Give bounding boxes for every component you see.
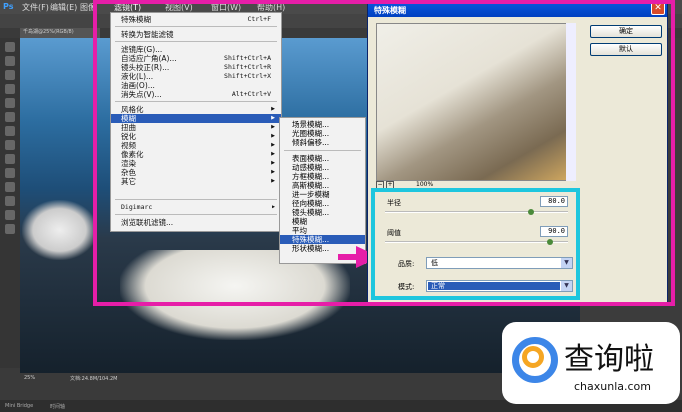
menu-item-video[interactable]: 视频 ▶ <box>111 141 281 150</box>
zoom-percent: 100% <box>416 181 434 188</box>
boat-image <box>22 200 97 260</box>
radius-input[interactable]: 80.0 <box>540 196 568 207</box>
tab-mini-bridge[interactable]: Mini Bridge <box>5 403 33 409</box>
menu-bar-right: 滤镜(T) 视图(V) 窗口(W) 帮助(H) <box>97 0 369 12</box>
tab-timeline[interactable]: 时间轴 <box>50 403 65 410</box>
document-tab[interactable]: 千岛湖@25%(RGB/8) <box>20 28 100 38</box>
menu-item-render[interactable]: 渲染 ▶ <box>111 159 281 168</box>
submenu-item[interactable]: 光圈模糊... <box>280 129 365 138</box>
menu-item-adaptive-wide[interactable]: 自适应广角(A)... Shift+Ctrl+A <box>111 54 281 63</box>
submenu-item[interactable]: 高斯模糊... <box>280 181 365 190</box>
radius-label: 半径 <box>387 199 401 207</box>
threshold-input[interactable]: 90.0 <box>540 226 568 237</box>
submenu-item[interactable]: 镜头模糊... <box>280 208 365 217</box>
quality-select[interactable]: 低 ▼ <box>426 257 573 269</box>
mode-select[interactable]: 正常 ▼ <box>426 280 573 292</box>
stamp-tool-icon[interactable] <box>5 140 15 150</box>
menu-item-filter-gallery[interactable]: 滤镜库(G)... <box>111 45 281 54</box>
zoom-level: 25% <box>24 375 36 381</box>
menu-item-lens-correction[interactable]: 镜头校正(R)... Shift+Ctrl+R <box>111 63 281 72</box>
default-button[interactable]: 默认 <box>590 43 662 56</box>
watermark-text: 查询啦 <box>564 342 654 377</box>
type-tool-icon[interactable] <box>5 196 15 206</box>
watermark-url: chaxunla.com <box>574 380 651 393</box>
eraser-tool-icon[interactable] <box>5 154 15 164</box>
wand-tool-icon[interactable] <box>5 84 15 94</box>
marquee-tool-icon[interactable] <box>5 56 15 66</box>
menu-item-vanishing-point[interactable]: 消失点(V)... Alt+Ctrl+V <box>111 90 281 99</box>
menu-file[interactable]: 文件(F) <box>22 2 49 13</box>
submenu-item[interactable]: 场景模糊... <box>280 120 365 129</box>
menu-item-smart-filter[interactable]: 转换为智能滤镜 <box>111 30 281 39</box>
menu-item-blur[interactable]: 模糊 ▶ <box>111 114 281 123</box>
submenu-item[interactable]: 进一步模糊 <box>280 190 365 199</box>
brush-tool-icon[interactable] <box>5 126 15 136</box>
eyedropper-tool-icon[interactable] <box>5 112 15 122</box>
submenu-item[interactable]: 径向模糊... <box>280 199 365 208</box>
radius-slider[interactable] <box>385 211 568 213</box>
zoom-tool-icon[interactable] <box>5 224 15 234</box>
status-bar: 25% 文档:24.8M/104.2M <box>20 373 200 383</box>
menu-item-oil-paint[interactable]: 油画(O)... <box>111 81 281 90</box>
menu-item-liquify[interactable]: 液化(L)... Shift+Ctrl+X <box>111 72 281 81</box>
submenu-item-smart-blur[interactable]: 特殊模糊... <box>280 235 365 244</box>
chevron-down-icon: ▼ <box>561 258 572 268</box>
magnifier-icon <box>522 346 544 368</box>
close-icon[interactable]: ✕ <box>651 2 665 15</box>
crop-tool-icon[interactable] <box>5 98 15 108</box>
mode-label: 模式: <box>398 283 415 291</box>
threshold-label: 阈值 <box>387 229 401 237</box>
threshold-slider[interactable] <box>385 241 568 243</box>
tools-panel <box>0 38 20 368</box>
submenu-item[interactable]: 倾斜偏移... <box>280 138 365 147</box>
gradient-tool-icon[interactable] <box>5 168 15 178</box>
dialog-title: 特殊模糊 <box>368 1 667 17</box>
chevron-down-icon: ▼ <box>561 281 572 291</box>
watermark-logo: 查询啦 chaxunla.com <box>502 322 680 404</box>
submenu-item[interactable]: 动感模糊... <box>280 163 365 172</box>
menu-item-browse-online[interactable]: 浏览联机滤镜... <box>111 218 281 227</box>
submenu-item[interactable]: 平均 <box>280 226 365 235</box>
pen-tool-icon[interactable] <box>5 182 15 192</box>
hand-tool-icon[interactable] <box>5 210 15 220</box>
doc-size: 文档:24.8M/104.2M <box>70 376 118 382</box>
submenu-item[interactable]: 模糊 <box>280 217 365 226</box>
blur-submenu: 场景模糊... 光圈模糊... 倾斜偏移... 表面模糊... 动感模糊... … <box>279 117 366 264</box>
photoshop-logo: Ps <box>3 2 14 11</box>
quality-label: 品质: <box>398 260 415 268</box>
menu-item-noise[interactable]: 杂色 ▶ <box>111 168 281 177</box>
move-tool-icon[interactable] <box>5 42 15 52</box>
menu-edit[interactable]: 编辑(E) <box>50 2 77 13</box>
threshold-slider-thumb[interactable] <box>546 239 553 245</box>
filter-menu: 特殊模糊 Ctrl+F 转换为智能滤镜 滤镜库(G)... 自适应广角(A)...… <box>110 12 282 232</box>
menu-item-digimarc[interactable]: Digimarc ▶ <box>111 203 281 212</box>
submenu-item[interactable]: 方框模糊... <box>280 172 365 181</box>
menu-item-last-filter[interactable]: 特殊模糊 Ctrl+F <box>111 15 281 24</box>
smart-blur-dialog: 特殊模糊 ✕ − + 100% 确定 默认 半径 80.0 阈值 90.0 品质… <box>367 0 668 305</box>
submenu-item[interactable]: 表面模糊... <box>280 154 365 163</box>
lasso-tool-icon[interactable] <box>5 70 15 80</box>
menu-item-other[interactable]: 其它 ▶ <box>111 177 281 186</box>
menu-item-pixelate[interactable]: 像素化 ▶ <box>111 150 281 159</box>
ok-button[interactable]: 确定 <box>590 25 662 38</box>
menu-item-stylize[interactable]: 风格化 ▶ <box>111 105 281 114</box>
preview-image[interactable] <box>376 23 574 181</box>
menu-item-sharpen[interactable]: 锐化 ▶ <box>111 132 281 141</box>
menu-item-distort[interactable]: 扭曲 ▶ <box>111 123 281 132</box>
preview-scrollbar[interactable] <box>566 23 576 181</box>
